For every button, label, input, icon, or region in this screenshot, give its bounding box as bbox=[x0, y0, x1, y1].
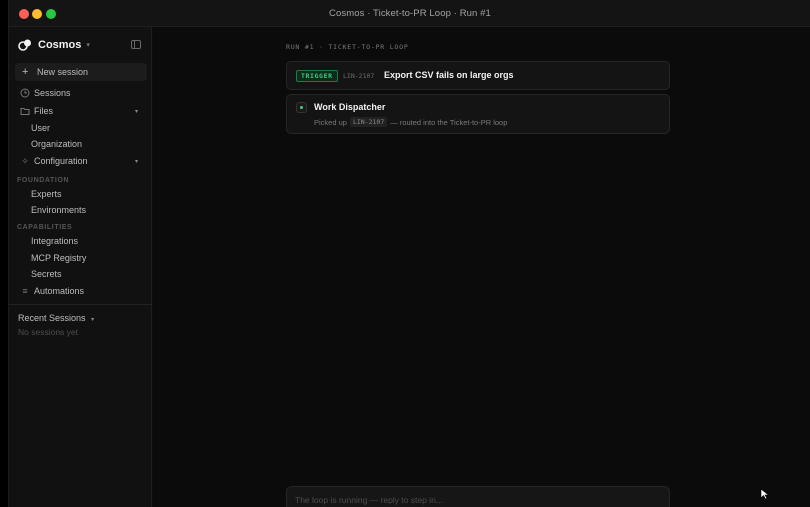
sidebar-item-mcp-registry[interactable]: MCP Registry bbox=[31, 253, 86, 263]
app-window: Cosmos · Ticket-to-PR Loop · Run #1 Cosm… bbox=[8, 0, 810, 507]
sidebar-item-integrations[interactable]: Integrations bbox=[31, 236, 78, 246]
chevron-down-icon: ▾ bbox=[86, 42, 90, 49]
sidebar-item-experts[interactable]: Experts bbox=[31, 189, 62, 199]
new-session-button[interactable]: + New session bbox=[15, 63, 147, 81]
sparkle-icon: ✧ bbox=[21, 156, 29, 166]
dispatcher-card[interactable]: Work Dispatcher Picked up LIN-2107 — rou… bbox=[286, 94, 670, 134]
workspace-name: Cosmos bbox=[38, 39, 82, 51]
dispatcher-prefix: Picked up bbox=[314, 117, 347, 127]
dispatcher-status: Picked up LIN-2107 — routed into the Tic… bbox=[314, 117, 507, 127]
sidebar-item-configuration[interactable]: ✧ Configuration ▾ bbox=[9, 153, 152, 169]
sidebar-item-files[interactable]: Files ▾ bbox=[9, 103, 152, 119]
main-panel: RUN #1 · TICKET-TO-PR LOOP TRIGGER LIN-2… bbox=[153, 27, 810, 507]
sidebar-divider bbox=[9, 304, 152, 305]
ticket-id-chip: LIN-2107 bbox=[349, 117, 388, 127]
clock-icon bbox=[20, 88, 30, 98]
sidebar-item-sessions[interactable]: Sessions bbox=[9, 85, 152, 101]
status-dot bbox=[300, 106, 303, 109]
sidebar-item-user[interactable]: User bbox=[31, 123, 50, 133]
plus-icon: + bbox=[22, 66, 29, 78]
sidebar-item-automations[interactable]: ≡ Automations bbox=[9, 283, 152, 299]
sidebar-item-label: Files bbox=[34, 106, 54, 116]
recent-sessions-header[interactable]: Recent Sessions ▾ bbox=[18, 313, 94, 323]
sidebar-item-label: Sessions bbox=[34, 88, 71, 98]
sidebar-item-environments[interactable]: Environments bbox=[31, 205, 86, 215]
reply-composer[interactable] bbox=[286, 486, 670, 507]
chevron-down-icon[interactable]: ▾ bbox=[135, 158, 138, 165]
section-label-foundation: FOUNDATION bbox=[17, 177, 70, 184]
section-label-capabilities: CAPABILITIES bbox=[17, 224, 73, 231]
window-title: Cosmos · Ticket-to-PR Loop · Run #1 bbox=[329, 8, 491, 19]
recent-sessions-title: Recent Sessions bbox=[18, 313, 86, 323]
cosmos-logo-icon bbox=[18, 39, 31, 51]
ticket-id: LIN-2107 bbox=[343, 72, 375, 80]
dispatcher-title: Work Dispatcher bbox=[314, 102, 386, 112]
workspace-switcher[interactable]: Cosmos ▾ bbox=[18, 37, 90, 53]
folder-icon bbox=[20, 108, 30, 115]
title-bar: Cosmos · Ticket-to-PR Loop · Run #1 bbox=[9, 0, 810, 27]
ticket-title: Export CSV fails on large orgs bbox=[384, 70, 514, 80]
chevron-down-icon: ▾ bbox=[91, 317, 95, 323]
trigger-badge: TRIGGER bbox=[296, 70, 338, 82]
chevron-down-icon[interactable]: ▾ bbox=[135, 108, 138, 115]
running-status-icon bbox=[296, 102, 307, 113]
reply-input[interactable] bbox=[295, 493, 655, 507]
new-session-label: New session bbox=[37, 67, 89, 77]
sidebar-item-label: Configuration bbox=[34, 156, 88, 166]
sidebar-item-organization[interactable]: Organization bbox=[31, 139, 82, 149]
sidebar-item-secrets[interactable]: Secrets bbox=[31, 269, 62, 279]
run-label: RUN #1 · TICKET-TO-PR LOOP bbox=[286, 43, 409, 51]
list-icon: ≡ bbox=[22, 286, 28, 296]
sidebar: Cosmos ▾ + New session Sessions Files ▾ … bbox=[9, 27, 152, 507]
trigger-card[interactable]: TRIGGER LIN-2107 Export CSV fails on lar… bbox=[286, 61, 670, 90]
mouse-pointer-icon bbox=[760, 488, 770, 500]
sidebar-toggle-icon[interactable] bbox=[131, 40, 141, 49]
recent-sessions-empty: No sessions yet bbox=[18, 327, 78, 337]
sidebar-item-label: Automations bbox=[34, 286, 85, 296]
dispatcher-suffix: — routed into the Ticket-to-PR loop bbox=[390, 117, 508, 127]
